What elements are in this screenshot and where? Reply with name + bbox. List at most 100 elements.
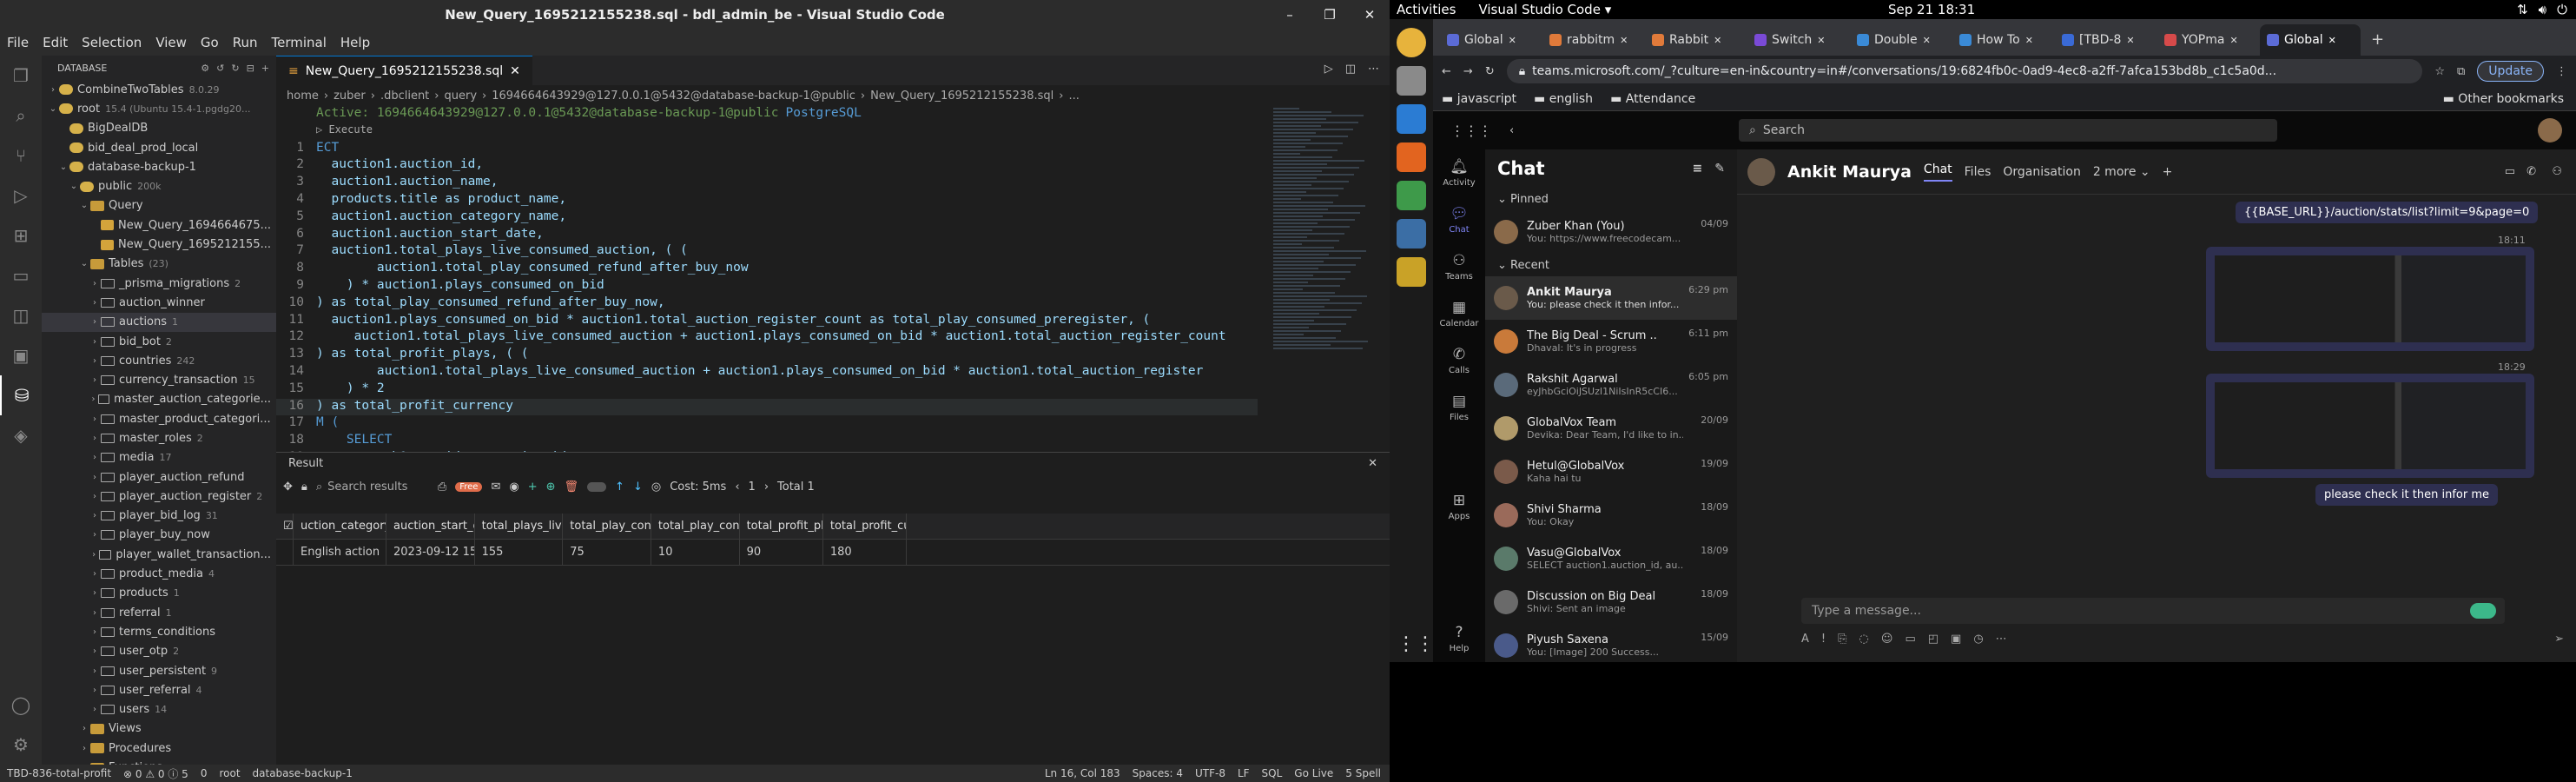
screenshot-image[interactable] [2206,374,2534,478]
breadcrumb-home[interactable]: home [287,89,319,103]
code-editor[interactable]: Active: 1694664643929@127.0.0.1@5432@dat… [276,106,1258,452]
close-tab-icon[interactable]: ✕ [1817,35,1825,46]
audio-call-icon[interactable]: ✆ [2526,165,2536,178]
arrow-down-icon[interactable]: ↓ [633,480,643,494]
important-icon[interactable]: ! [1821,633,1826,646]
menu-edit[interactable]: Edit [43,35,68,50]
column-header[interactable]: total_profit_plays [740,514,823,539]
split-editor-icon[interactable]: ◫ [1345,63,1356,76]
screenshot-image[interactable] [2206,247,2534,351]
page-number[interactable]: 1 [749,480,756,494]
loop-icon[interactable]: ◌ [1859,633,1869,646]
pinned-section[interactable]: ⌄ Pinned [1485,188,1737,210]
libreoffice-calc-icon[interactable] [1397,181,1426,210]
tree-item[interactable]: › countries 242 [42,351,276,370]
chevron-icon[interactable]: › [89,511,101,520]
eol-status[interactable]: LF [1238,767,1250,779]
tree-item[interactable]: › CombineTwoTables 8.0.29 [42,80,276,99]
star-icon[interactable]: ☆ [2434,65,2445,78]
bookmark-english[interactable]: ▬ english [1534,92,1593,106]
format-icon[interactable]: A [1801,633,1809,646]
tree-item[interactable]: › user_referral 4 [42,680,276,699]
close-tab-icon[interactable]: ✕ [1714,35,1721,46]
column-header[interactable]: total_play_consumed_ref [563,514,651,539]
breadcrumb-query[interactable]: query [444,89,477,103]
chat-list-item[interactable]: Hetul@GlobalVox Kaha hai tu 19/09 [1485,450,1737,494]
files-icon[interactable] [1397,66,1426,96]
chat-list-item[interactable]: Discussion on Big Deal ... Shivi: Sent an… [1485,580,1737,624]
indent-status[interactable]: Spaces: 4 [1133,767,1183,779]
chevron-icon[interactable]: ⌄ [57,162,69,172]
close-tab-icon[interactable]: ✕ [2229,35,2237,46]
chevron-icon[interactable]: › [89,530,101,540]
video-call-icon[interactable]: ▭ [2505,165,2515,178]
chevron-icon[interactable]: › [89,492,101,501]
forward-icon[interactable]: → [1463,65,1473,78]
new-chat-icon[interactable]: ✎ [1714,162,1725,176]
tree-item[interactable]: ⌄ database-backup-1 [42,157,276,176]
browser-tab[interactable]: Global ✕ [2260,24,2361,56]
table-cell[interactable]: 90 [740,540,823,565]
insert-icon[interactable]: ⊕ [546,480,556,494]
explorer-icon[interactable]: ❐ [0,56,42,96]
notes-icon[interactable] [1397,257,1426,287]
tree-item[interactable]: › player_bid_log 31 [42,507,276,526]
browser-tab[interactable]: YOPma ✕ [2157,24,2258,56]
code-line[interactable]: 12 auction1.total_plays_live_consumed_au… [276,329,1258,347]
menu-run[interactable]: Run [233,35,258,50]
chevron-icon[interactable]: › [89,337,101,347]
code-line[interactable]: 5 auction1.auction_category_name, [276,209,1258,227]
code-line[interactable]: 6 auction1.auction_start_date, [276,227,1258,244]
tree-item[interactable]: New_Query_1695212155... [42,235,276,254]
restore-icon[interactable]: ❐ [1318,0,1341,30]
move-icon[interactable]: ✥ [283,480,293,494]
browser-tab[interactable]: rabbitm ✕ [1542,24,1643,56]
lock-icon[interactable]: 🔒︎ [301,480,307,494]
tab-chat[interactable]: Chat [1923,162,1952,182]
branch-status[interactable]: TBD-836-total-profit [7,767,111,779]
tree-item[interactable]: › product_media 4 [42,564,276,583]
menu-help[interactable]: Help [340,35,370,50]
minimize-icon[interactable]: – [1278,0,1301,30]
settings-gear-icon[interactable]: ⚙ [0,725,42,765]
chevron-icon[interactable]: › [89,608,101,618]
delete-icon[interactable]: 🗑︎ [565,480,579,494]
other-bookmarks[interactable]: ▬ Other bookmarks [2443,92,2564,106]
column-header[interactable]: total_play_consumed_pre [651,514,740,539]
code-line[interactable]: 15 ) * 2 [276,381,1258,399]
breadcrumb-connection[interactable]: 1694664643929@127.0.0.1@5432@database-ba… [492,89,855,103]
browser-tab[interactable]: How To ✕ [1952,24,2053,56]
rail-help[interactable]: ? Help [1433,615,1485,662]
chevron-icon[interactable]: › [89,394,98,404]
new-tab-icon[interactable]: + [2362,30,2393,56]
tree-item[interactable]: New_Query_1694664675... [42,215,276,235]
execute-codelens[interactable]: ▷ Execute [316,123,373,141]
browser-tab[interactable]: Global ✕ [1440,24,1541,56]
encoding-status[interactable]: UTF-8 [1195,767,1225,779]
tab-organisation[interactable]: Organisation [2003,165,2080,179]
show-apps-icon[interactable]: ⋮⋮⋮ [1397,633,1433,655]
browser-tab[interactable]: [TBD-8 ✕ [2055,24,2156,56]
layers-icon[interactable]: ◈ [0,415,42,455]
rail-calls[interactable]: ✆ Calls [1433,337,1485,384]
close-tab-icon[interactable]: ✕ [1509,35,1516,46]
tree-item[interactable]: › Procedures [42,739,276,758]
rail-calendar[interactable]: ▦ Calendar [1433,290,1485,337]
chevron-icon[interactable]: › [89,375,101,385]
menu-terminal[interactable]: Terminal [272,35,327,50]
chevron-icon[interactable]: › [89,550,99,560]
minimap[interactable] [1273,106,1377,449]
bookmark-attendance[interactable]: ▬ Attendance [1610,92,1695,106]
tree-item[interactable]: ⌄ public 200k [42,176,276,196]
extensions-icon[interactable]: ⊞ [0,215,42,255]
reload-icon[interactable]: ↻ [1485,65,1495,78]
account-icon[interactable]: ◯ [0,685,42,725]
history-icon[interactable]: ↺ [216,63,224,74]
add-tab-icon[interactable]: + [2163,165,2173,179]
chrome-menu-icon[interactable]: ⋮ [2556,65,2567,78]
chevron-icon[interactable]: ⌄ [78,201,90,210]
chevron-icon[interactable]: ⌄ [78,259,90,268]
database-icon[interactable]: ⛁ [0,375,42,415]
table-cell[interactable]: 2023-09-12 15:43:10.502+0 [386,540,475,565]
chat-list-item[interactable]: The Big Deal - Scrum ... Dhaval: It's in … [1485,320,1737,363]
